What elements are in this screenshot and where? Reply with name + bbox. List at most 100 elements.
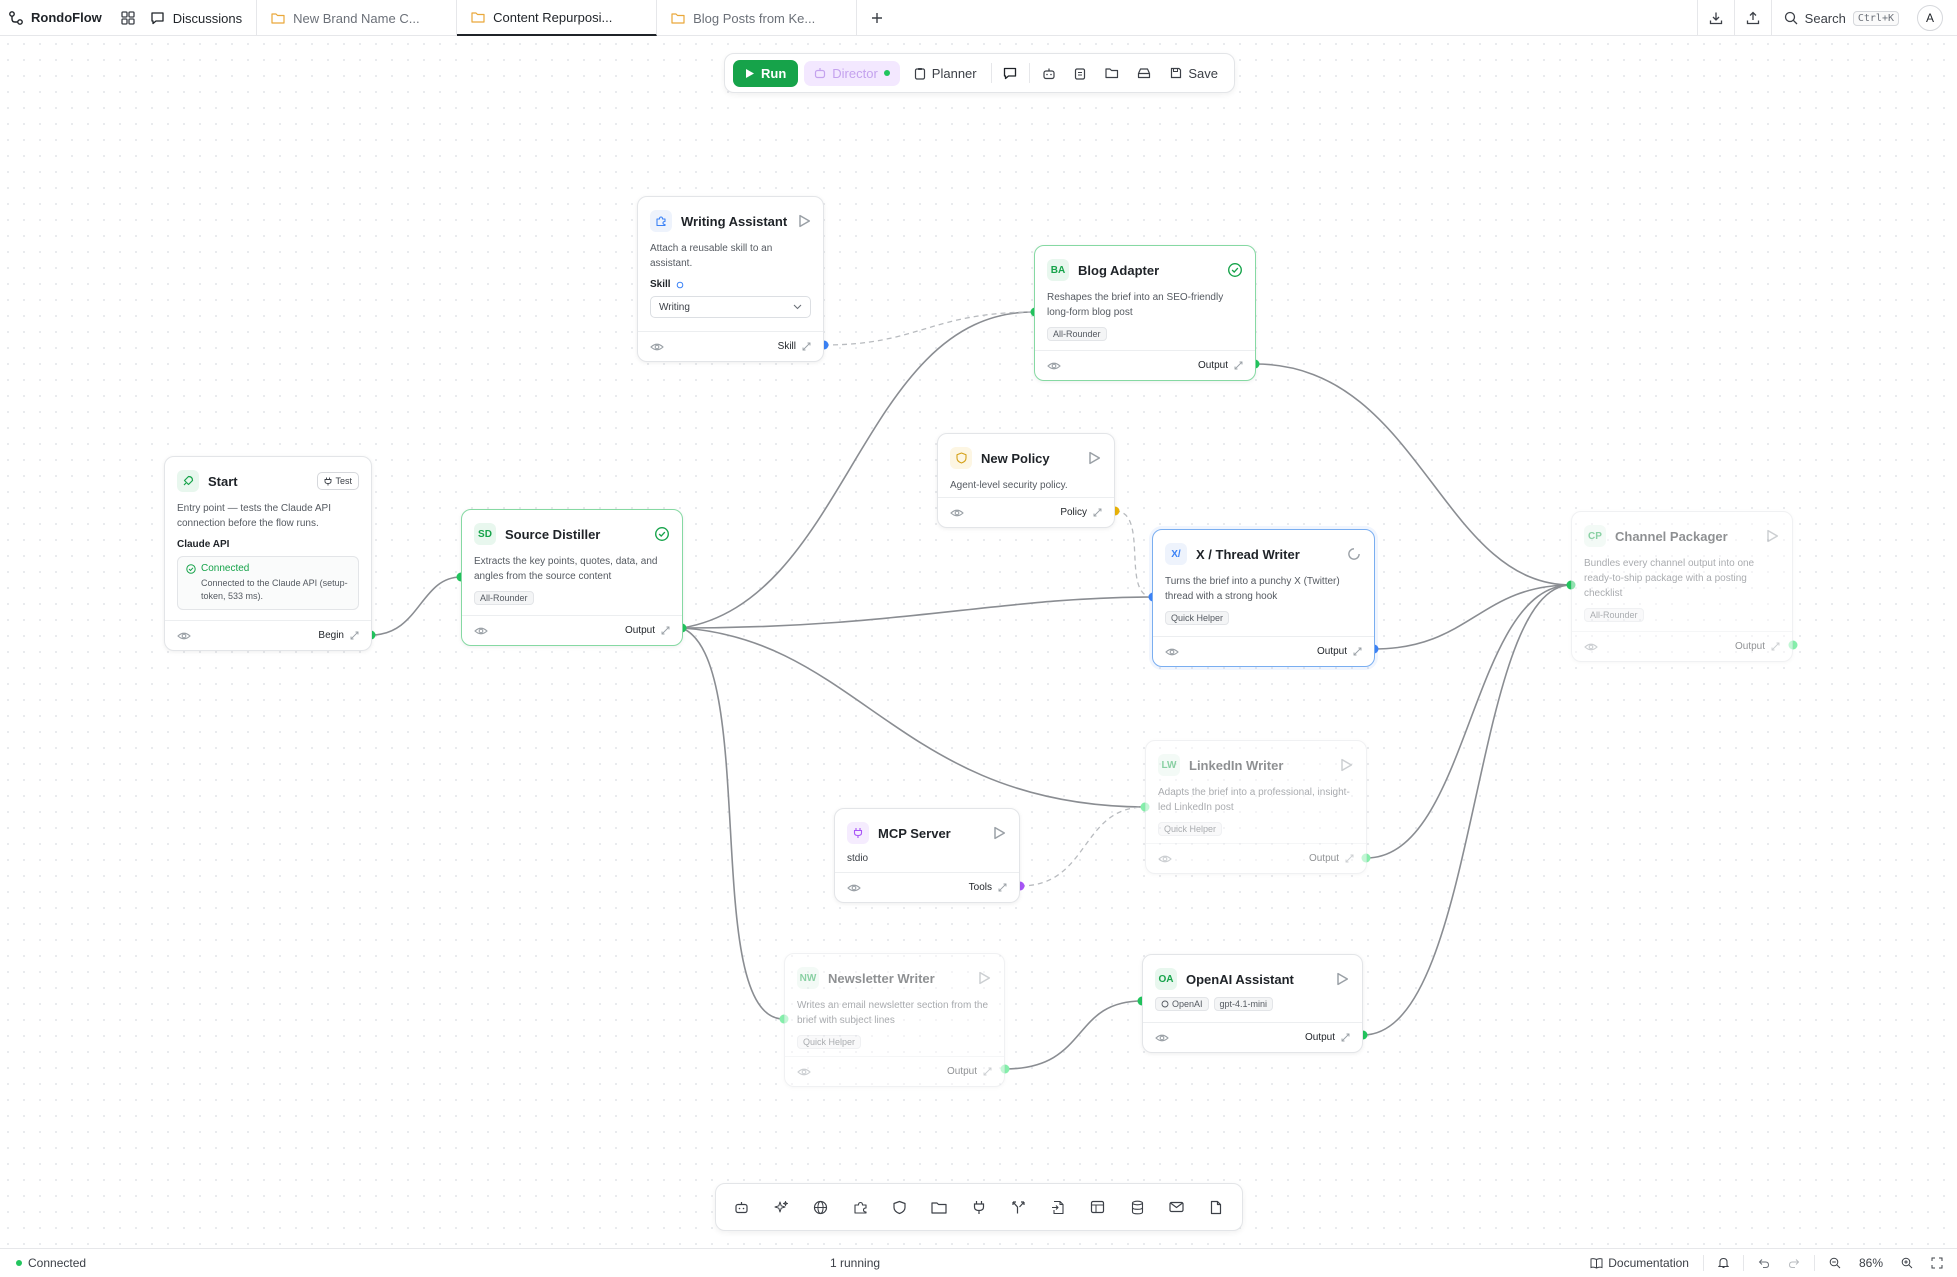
eye-icon[interactable]: [1047, 359, 1061, 373]
eye-icon[interactable]: [177, 629, 191, 643]
divider: [1813, 1255, 1815, 1271]
add-table-button[interactable]: [1080, 1189, 1116, 1225]
expand-icon[interactable]: [802, 342, 811, 351]
sparkles-icon: [774, 1200, 788, 1212]
port-label: Output: [1316, 646, 1347, 657]
apps-grid-button[interactable]: [114, 0, 142, 35]
play-outline-icon[interactable]: [991, 825, 1007, 841]
expand-icon[interactable]: [1353, 647, 1362, 656]
model-chip: gpt-4.1-mini: [1213, 997, 1274, 1011]
eye-icon[interactable]: [847, 881, 861, 895]
expand-icon[interactable]: [1234, 361, 1243, 370]
eye-icon[interactable]: [474, 624, 488, 638]
eye-icon[interactable]: [1155, 1031, 1169, 1045]
documentation-link[interactable]: Documentation: [1586, 1252, 1693, 1274]
node-mcp-server[interactable]: MCP Server stdio Tools: [834, 808, 1020, 903]
add-sparkle-button[interactable]: [763, 1189, 799, 1225]
node-new-policy[interactable]: New Policy Agent-level security policy. …: [937, 433, 1115, 528]
node-badge: BA: [1047, 259, 1069, 281]
add-folder-button[interactable]: [921, 1189, 957, 1225]
test-button[interactable]: Test: [317, 472, 359, 490]
skill-select[interactable]: Writing: [650, 296, 811, 318]
app-brand[interactable]: RondoFlow: [0, 0, 114, 35]
tab-discussions[interactable]: Discussions: [142, 0, 258, 36]
play-outline-icon[interactable]: [1086, 450, 1102, 466]
node-start[interactable]: Start Test Entry point — tests the Claud…: [164, 456, 372, 651]
add-email-button[interactable]: [1159, 1189, 1195, 1225]
add-skill-button[interactable]: [842, 1189, 878, 1225]
redo-button[interactable]: [1784, 1252, 1804, 1274]
director-button[interactable]: Director: [804, 60, 900, 86]
planner-button[interactable]: Planner: [906, 61, 985, 86]
play-outline-icon[interactable]: [976, 970, 992, 986]
skill-select-value: Writing: [659, 301, 690, 313]
port-label: Output: [624, 625, 655, 636]
node-channel-packager[interactable]: CP Channel Packager Bundles every channe…: [1571, 511, 1793, 662]
add-web-button[interactable]: [803, 1189, 839, 1225]
eye-icon[interactable]: [650, 340, 664, 354]
save-button[interactable]: Save: [1162, 61, 1226, 86]
assistant-button[interactable]: [1036, 59, 1062, 87]
top-bar: RondoFlow Discussions New Brand Name C..…: [0, 0, 1957, 36]
eye-icon[interactable]: [1165, 645, 1179, 659]
node-footer: Output: [1572, 631, 1792, 661]
node-x-thread-writer[interactable]: X/ X / Thread Writer Turns the brief int…: [1152, 529, 1375, 667]
search-button[interactable]: Search Ctrl+K: [1770, 0, 1909, 36]
play-outline-icon[interactable]: [1334, 971, 1350, 987]
node-header: Start Test: [165, 457, 371, 493]
zoom-out-button[interactable]: [1825, 1252, 1845, 1274]
play-outline-icon[interactable]: [1338, 757, 1354, 773]
expand-icon[interactable]: [998, 883, 1007, 892]
expand-icon[interactable]: [661, 626, 670, 635]
avatar[interactable]: A: [1917, 5, 1943, 31]
expand-icon[interactable]: [1093, 508, 1102, 517]
run-button[interactable]: Run: [733, 59, 799, 87]
open-folder-button[interactable]: [1099, 59, 1125, 87]
notifications-button[interactable]: [1714, 1252, 1733, 1274]
add-mcp-button[interactable]: [961, 1189, 997, 1225]
storage-button[interactable]: [1131, 59, 1157, 87]
expand-icon[interactable]: [1341, 1033, 1350, 1042]
expand-icon[interactable]: [350, 631, 359, 640]
zoom-level[interactable]: 86%: [1855, 1252, 1887, 1274]
node-header: BA Blog Adapter: [1035, 246, 1255, 282]
new-tab-button[interactable]: [857, 0, 897, 35]
eye-icon[interactable]: [1584, 640, 1598, 654]
eye-icon[interactable]: [1158, 852, 1172, 866]
node-header: NW Newsletter Writer: [785, 954, 1004, 990]
add-assistant-button[interactable]: [724, 1189, 760, 1225]
expand-icon[interactable]: [1771, 642, 1780, 651]
undo-button[interactable]: [1754, 1252, 1774, 1274]
add-branch-button[interactable]: [1000, 1189, 1036, 1225]
add-file-output-button[interactable]: [1040, 1189, 1076, 1225]
add-database-button[interactable]: [1119, 1189, 1155, 1225]
chat-button[interactable]: [997, 59, 1023, 87]
add-document-button[interactable]: [1198, 1189, 1234, 1225]
upload-button[interactable]: [1733, 0, 1771, 36]
tab-new-brand-name[interactable]: New Brand Name C...: [257, 0, 458, 36]
node-footer: Skill: [638, 331, 823, 361]
download-button[interactable]: [1696, 0, 1734, 36]
node-writing-assistant[interactable]: Writing Assistant Attach a reusable skil…: [637, 196, 824, 362]
divider: [1742, 1255, 1744, 1271]
node-description: Attach a reusable skill to an assistant.: [650, 243, 773, 269]
node-openai-assistant[interactable]: OA OpenAI Assistant OpenAI gpt-4.1-mini …: [1142, 954, 1363, 1053]
node-newsletter-writer[interactable]: NW Newsletter Writer Writes an email new…: [784, 953, 1005, 1087]
tab-blog-posts[interactable]: Blog Posts from Ke...: [657, 0, 858, 36]
eye-icon[interactable]: [797, 1065, 811, 1079]
node-header: LW LinkedIn Writer: [1146, 741, 1366, 777]
notes-button[interactable]: [1068, 59, 1094, 87]
node-title: X / Thread Writer: [1196, 546, 1300, 562]
play-outline-icon[interactable]: [1764, 528, 1780, 544]
fit-view-button[interactable]: [1927, 1252, 1947, 1274]
zoom-in-button[interactable]: [1897, 1252, 1917, 1274]
expand-icon[interactable]: [983, 1067, 992, 1076]
eye-icon[interactable]: [950, 506, 964, 520]
node-linkedin-writer[interactable]: LW LinkedIn Writer Adapts the brief into…: [1145, 740, 1367, 874]
tab-content-repurposing[interactable]: Content Repurposi...: [457, 0, 658, 36]
node-source-distiller[interactable]: SD Source Distiller Extracts the key poi…: [461, 509, 683, 646]
add-policy-button[interactable]: [882, 1189, 918, 1225]
play-outline-icon[interactable]: [796, 213, 812, 229]
expand-icon[interactable]: [1345, 854, 1354, 863]
node-blog-adapter[interactable]: BA Blog Adapter Reshapes the brief into …: [1034, 245, 1256, 381]
